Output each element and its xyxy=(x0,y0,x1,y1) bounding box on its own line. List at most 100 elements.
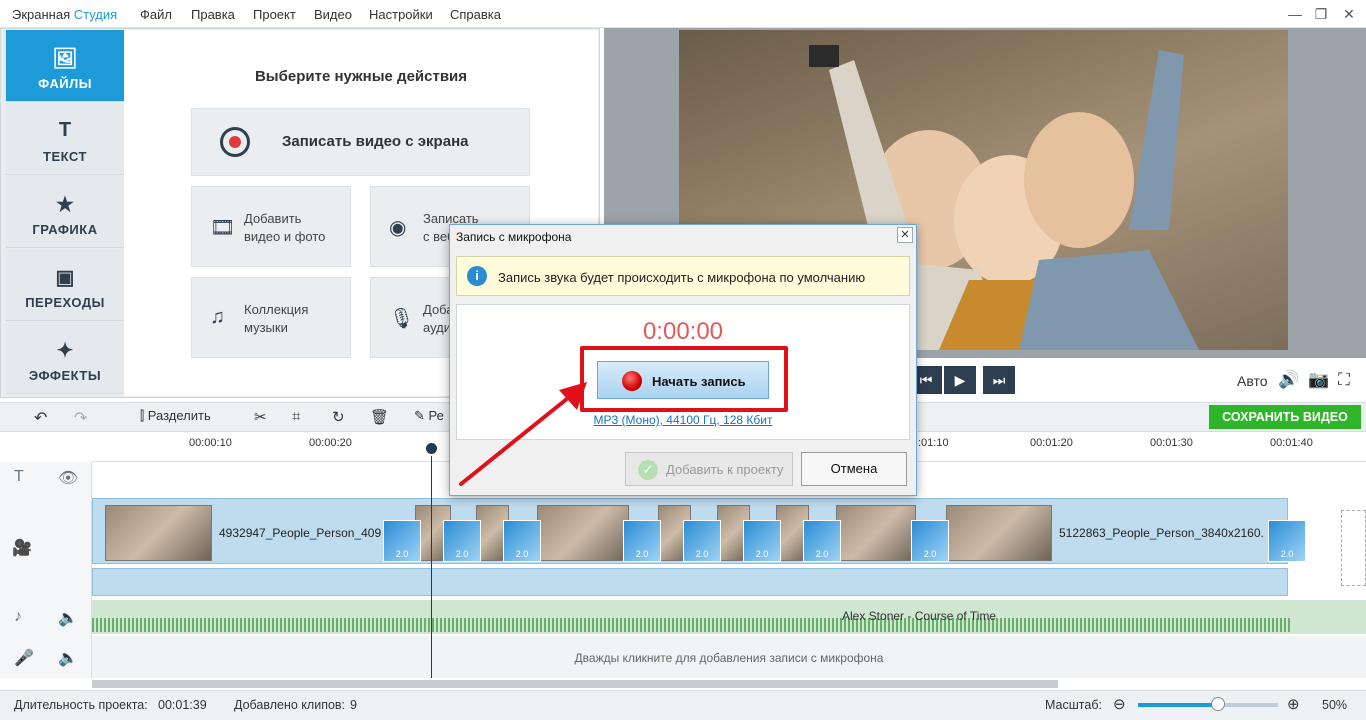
start-recording-label: Начать запись xyxy=(652,374,746,389)
transition-block[interactable]: 2.0 xyxy=(623,520,661,562)
next-frame-icon[interactable]: ⏭ xyxy=(983,366,1015,394)
sidebar-item-effects[interactable]: ✦ ЭФФЕКТЫ xyxy=(6,322,124,394)
volume-icon[interactable]: 🔊 xyxy=(1278,370,1299,390)
track-headers xyxy=(0,462,92,678)
edit-icon: ✎ xyxy=(414,408,429,423)
menu-edit[interactable]: Правка xyxy=(191,7,235,22)
zoom-slider-fill xyxy=(1138,703,1218,707)
add-to-project-button[interactable]: ✓ Добавить к проекту xyxy=(625,452,793,486)
transition-block[interactable]: 2.0 xyxy=(1268,520,1306,562)
music-track-name: Alex Stoner - Course of Time xyxy=(842,609,997,623)
undo-icon[interactable]: ↶ xyxy=(34,408,47,428)
crop-icon[interactable]: ⌗ xyxy=(292,408,300,425)
audio-waveform xyxy=(92,618,1292,632)
dialog-close-icon[interactable]: ✕ xyxy=(897,227,913,243)
clips-value: 9 xyxy=(350,698,357,712)
transition-block[interactable]: 2.0 xyxy=(383,520,421,562)
video-effects-track[interactable] xyxy=(92,568,1288,596)
drop-zone[interactable] xyxy=(1341,510,1366,586)
dialog-title: Запись с микрофона xyxy=(456,230,572,244)
save-video-button[interactable]: СОХРАНИТЬ ВИДЕО xyxy=(1209,405,1361,429)
add-video-photo-button[interactable]: 🎞 Добавить видео и фото xyxy=(191,186,351,267)
webcam-icon: ◉ xyxy=(389,217,407,239)
start-recording-button[interactable]: Начать запись xyxy=(597,361,769,399)
timeline-scrollbar[interactable] xyxy=(92,680,1058,688)
clip-thumbnail[interactable] xyxy=(836,505,916,561)
sidebar-item-label: ЭФФЕКТЫ xyxy=(28,368,102,383)
sidebar-item-graphics[interactable]: ★ ГРАФИКА xyxy=(6,176,124,248)
redo-icon[interactable]: ↷ xyxy=(74,408,87,428)
music-note-icon: ♪ xyxy=(14,608,22,625)
cancel-button[interactable]: Отмена xyxy=(801,452,907,486)
sidebar-item-transitions[interactable]: ▣ ПЕРЕХОДЫ xyxy=(6,249,124,321)
duration-label: Длительность проекта: xyxy=(14,698,148,712)
add-video-line2: видео и фото xyxy=(244,229,326,244)
sidebar-item-label: ФАЙЛЫ xyxy=(38,76,92,91)
minimize-icon[interactable]: — xyxy=(1281,4,1309,24)
menu-settings[interactable]: Настройки xyxy=(369,7,433,22)
music-collection-button[interactable]: ♫ Коллекция музыки xyxy=(191,277,351,358)
menu-video[interactable]: Видео xyxy=(314,7,352,22)
clip-thumbnail[interactable] xyxy=(537,505,629,561)
zoom-out-icon[interactable]: ⊖ xyxy=(1113,695,1126,713)
music-list-icon: ♫ xyxy=(210,306,225,328)
transition-block[interactable]: 2.0 xyxy=(503,520,541,562)
clip-name: 5122863_People_Person_3840x2160. xyxy=(1059,526,1264,540)
play-icon[interactable]: ▶ xyxy=(944,366,976,394)
playhead-handle[interactable] xyxy=(424,441,439,456)
app-title-part1: Экранная xyxy=(12,7,74,22)
sidebar: 🖼 ФАЙЛЫ T ТЕКСТ ★ ГРАФИКА ▣ ПЕРЕХОДЫ ✦ Э… xyxy=(6,30,124,396)
playhead-line xyxy=(431,448,432,678)
mic-track-hint: Дважды кликните для добавления записи с … xyxy=(574,651,884,665)
fullscreen-icon[interactable]: ⛶ xyxy=(1338,370,1350,390)
clip-thumbnail[interactable] xyxy=(105,505,212,561)
transition-block[interactable]: 2.0 xyxy=(683,520,721,562)
ruler-tick: 00:01:30 xyxy=(1150,437,1193,449)
edit-button[interactable]: ✎ Ре xyxy=(414,408,444,424)
menu-project[interactable]: Проект xyxy=(253,7,296,22)
record-dot-icon xyxy=(622,371,642,391)
sidebar-item-label: ПЕРЕХОДЫ xyxy=(25,295,105,310)
clip-thumbnail[interactable] xyxy=(946,505,1052,561)
record-screen-label: Записать видео с экрана xyxy=(282,133,469,150)
audio-volume-icon[interactable]: 🔈 xyxy=(58,608,78,628)
close-icon[interactable]: ✕ xyxy=(1335,4,1363,24)
add-to-project-label: Добавить к проекту xyxy=(666,462,784,477)
ruler-tick: :01:10 xyxy=(918,437,949,449)
text-icon: T xyxy=(58,119,72,141)
star-icon: ★ xyxy=(56,194,74,216)
transition-block[interactable]: 2.0 xyxy=(803,520,841,562)
trash-icon[interactable]: 🗑 xyxy=(370,408,389,426)
microphone-track-icon: 🎤 xyxy=(14,650,34,667)
transitions-icon: ▣ xyxy=(55,267,75,289)
split-icon: ⫿ xyxy=(140,408,148,423)
sidebar-item-files[interactable]: 🖼 ФАЙЛЫ xyxy=(6,30,124,102)
maximize-icon[interactable]: ❐ xyxy=(1307,4,1335,24)
record-screen-button[interactable]: Записать видео с экрана xyxy=(191,108,530,176)
add-video-line1: Добавить xyxy=(244,211,302,226)
transition-block[interactable]: 2.0 xyxy=(911,520,949,562)
video-camera-icon: 🎥 xyxy=(12,540,32,557)
camera-icon[interactable]: 📷 xyxy=(1308,370,1329,390)
app-title: Экранная Студия xyxy=(12,7,117,22)
rotate-icon[interactable]: ↻ xyxy=(332,408,345,426)
zoom-slider-handle[interactable] xyxy=(1210,697,1225,711)
clip-name: 4932947_People_Person_409 xyxy=(219,526,382,540)
sidebar-item-text[interactable]: T ТЕКСТ xyxy=(6,103,124,175)
split-button[interactable]: ⫿ Разделить xyxy=(140,408,211,424)
scissors-icon[interactable]: ✂ xyxy=(254,408,267,426)
ruler-tick: 00:01:20 xyxy=(1030,437,1073,449)
music-line1: Коллекция xyxy=(244,302,309,317)
menu-help[interactable]: Справка xyxy=(450,7,501,22)
split-label: Разделить xyxy=(147,408,211,423)
clips-label: Добавлено клипов: xyxy=(234,698,346,712)
zoom-in-icon[interactable]: ⊕ xyxy=(1287,695,1300,713)
menu-file[interactable]: Файл xyxy=(140,7,172,22)
transition-block[interactable]: 2.0 xyxy=(743,520,781,562)
text-track-icon: T xyxy=(14,468,24,485)
mic-volume-icon[interactable]: 🔈 xyxy=(58,648,78,668)
auto-label[interactable]: Авто xyxy=(1237,373,1268,389)
film-icon: 🎞 xyxy=(210,217,236,239)
transition-block[interactable]: 2.0 xyxy=(443,520,481,562)
eye-icon[interactable]: 👁 xyxy=(58,468,78,488)
